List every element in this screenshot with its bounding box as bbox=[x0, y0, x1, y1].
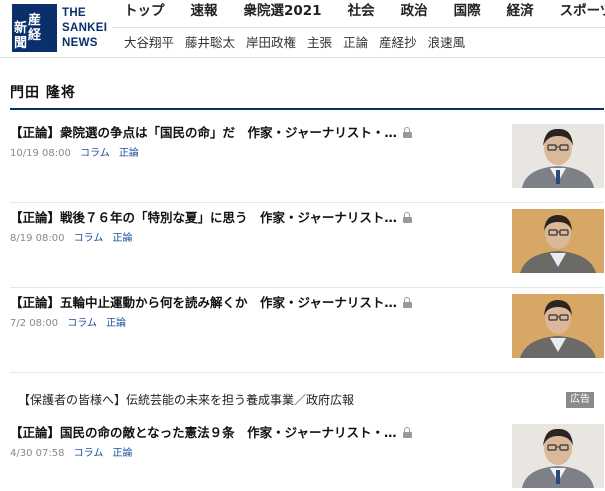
nav-topic-kishida[interactable]: 岸田政権 bbox=[246, 35, 296, 51]
author-portrait-thumbnail[interactable] bbox=[512, 124, 604, 188]
lock-icon bbox=[402, 427, 412, 438]
article-tag[interactable]: コラム bbox=[80, 148, 110, 159]
article-meta: 8/19 08:00 コラム 正論 bbox=[10, 233, 139, 245]
secondary-nav: 大谷翔平 藤井聡太 岸田政権 主張 正論 産経抄 浪速風 bbox=[124, 35, 476, 51]
site-header: 産 経 新 聞 THE SANKEI NEWS トップ 速報 衆院選2021 社… bbox=[0, 0, 605, 58]
lock-icon bbox=[402, 297, 412, 308]
logo-text-line: SANKEI bbox=[62, 22, 108, 34]
nav-topic-naniwa[interactable]: 浪速風 bbox=[428, 35, 466, 51]
article-date: 7/2 08:00 bbox=[10, 318, 59, 329]
article-tag[interactable]: コラム bbox=[74, 448, 104, 459]
article-separator bbox=[10, 287, 604, 288]
article-date: 10/19 08:00 bbox=[10, 148, 71, 159]
article-date: 4/30 07:58 bbox=[10, 448, 65, 459]
article-item[interactable]: 【正論】戦後７６年の「特別な夏」に思う 作家・ジャーナリスト… 8/19 08:… bbox=[10, 209, 604, 275]
nav-topic-sankeisho[interactable]: 産経抄 bbox=[379, 35, 417, 51]
nav-topic-editorial[interactable]: 主張 bbox=[307, 35, 332, 51]
sponsored-link[interactable]: 【保護者の皆様へ】伝統芸能の未来を担う養成事業／政府広報 広告 bbox=[10, 388, 604, 412]
article-meta: 7/2 08:00 コラム 正論 bbox=[10, 318, 132, 330]
logo-kanji: 聞 bbox=[14, 36, 28, 51]
lock-icon bbox=[402, 212, 412, 223]
logo-kanji: 産 bbox=[27, 13, 41, 28]
logo-kanji: 新 bbox=[14, 21, 28, 36]
nav-item-sports[interactable]: スポーツ bbox=[560, 0, 605, 26]
logo-text-line: THE bbox=[62, 7, 86, 19]
article-tag[interactable]: コラム bbox=[74, 233, 104, 244]
ad-text[interactable]: 【保護者の皆様へ】伝統芸能の未来を担う養成事業／政府広報 bbox=[18, 391, 354, 408]
article-headline[interactable]: 【正論】戦後７６年の「特別な夏」に思う 作家・ジャーナリスト… bbox=[10, 209, 490, 227]
title-rule bbox=[10, 108, 604, 110]
nav-item-society[interactable]: 社会 bbox=[348, 0, 375, 26]
article-item[interactable]: 【正論】国民の命の敵となった憲法９条 作家・ジャーナリスト・… 4/30 07:… bbox=[10, 424, 604, 488]
article-separator bbox=[10, 372, 604, 373]
author-portrait-thumbnail[interactable] bbox=[512, 209, 604, 273]
nav-topic-ohtani[interactable]: 大谷翔平 bbox=[124, 35, 174, 51]
article-item[interactable]: 【正論】衆院選の争点は「国民の命」だ 作家・ジャーナリスト・… 10/19 08… bbox=[10, 124, 604, 190]
nav-item-international[interactable]: 国際 bbox=[454, 0, 481, 26]
article-headline[interactable]: 【正論】国民の命の敵となった憲法９条 作家・ジャーナリスト・… bbox=[10, 424, 490, 442]
article-separator bbox=[10, 202, 604, 203]
lock-icon bbox=[402, 127, 412, 138]
nav-topic-seiron[interactable]: 正論 bbox=[343, 35, 368, 51]
nav-topic-fujii[interactable]: 藤井聡太 bbox=[185, 35, 235, 51]
article-tag[interactable]: コラム bbox=[67, 318, 97, 329]
article-item[interactable]: 【正論】五輪中止運動から何を読み解くか 作家・ジャーナリスト… 7/2 08:0… bbox=[10, 294, 604, 360]
article-headline-text: 【正論】衆院選の争点は「国民の命」だ 作家・ジャーナリスト・… bbox=[10, 125, 397, 140]
article-headline-text: 【正論】五輪中止運動から何を読み解くか 作家・ジャーナリスト… bbox=[10, 295, 397, 310]
article-meta: 4/30 07:58 コラム 正論 bbox=[10, 448, 139, 460]
article-headline-text: 【正論】国民の命の敵となった憲法９条 作家・ジャーナリスト・… bbox=[10, 425, 397, 440]
author-portrait-thumbnail[interactable] bbox=[512, 424, 604, 488]
nav-divider bbox=[112, 27, 605, 28]
logo-kanji-block: 産 経 新 聞 bbox=[12, 4, 57, 52]
primary-nav: トップ 速報 衆院選2021 社会 政治 国際 経済 スポーツ bbox=[124, 0, 605, 26]
article-meta: 10/19 08:00 コラム 正論 bbox=[10, 148, 145, 160]
article-tag[interactable]: 正論 bbox=[113, 233, 133, 244]
nav-item-politics[interactable]: 政治 bbox=[401, 0, 428, 26]
article-headline[interactable]: 【正論】衆院選の争点は「国民の命」だ 作家・ジャーナリスト・… bbox=[10, 124, 490, 142]
article-headline[interactable]: 【正論】五輪中止運動から何を読み解くか 作家・ジャーナリスト… bbox=[10, 294, 490, 312]
article-date: 8/19 08:00 bbox=[10, 233, 65, 244]
nav-item-breaking[interactable]: 速報 bbox=[191, 0, 218, 26]
nav-item-election[interactable]: 衆院選2021 bbox=[244, 0, 322, 26]
author-portrait-thumbnail[interactable] bbox=[512, 294, 604, 358]
nav-item-top[interactable]: トップ bbox=[124, 0, 165, 26]
sankei-logo[interactable]: 産 経 新 聞 THE SANKEI NEWS bbox=[8, 4, 108, 54]
logo-text-line: NEWS bbox=[62, 37, 98, 49]
logo-wordmark: THE SANKEI NEWS bbox=[62, 6, 107, 51]
logo-kanji: 経 bbox=[27, 28, 41, 43]
article-tag[interactable]: 正論 bbox=[106, 318, 126, 329]
ad-badge: 広告 bbox=[566, 392, 594, 408]
article-tag[interactable]: 正論 bbox=[119, 148, 139, 159]
article-headline-text: 【正論】戦後７６年の「特別な夏」に思う 作家・ジャーナリスト… bbox=[10, 210, 397, 225]
article-tag[interactable]: 正論 bbox=[113, 448, 133, 459]
page-title: 門田 隆将 bbox=[10, 85, 76, 101]
nav-item-economy[interactable]: 経済 bbox=[507, 0, 534, 26]
